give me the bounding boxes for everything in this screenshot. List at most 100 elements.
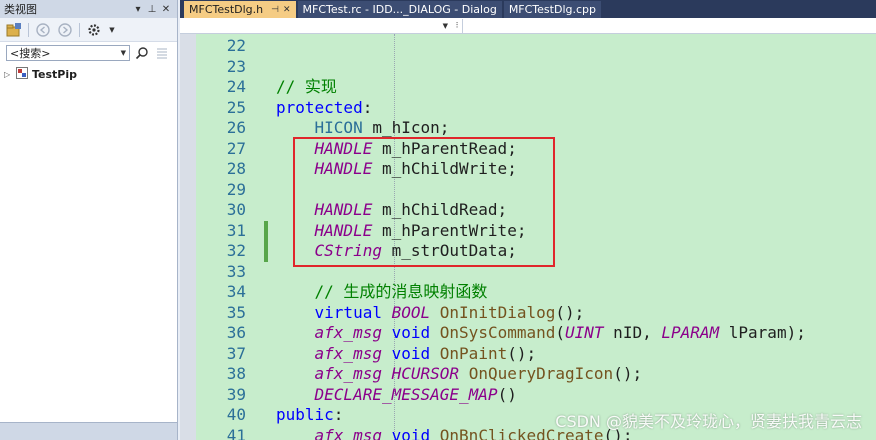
search-icon[interactable] [134, 45, 150, 61]
code-line[interactable]: DECLARE_MESSAGE_MAP() [276, 385, 517, 405]
search-settings-icon[interactable] [154, 45, 170, 61]
code-token: HCURSOR [391, 364, 460, 383]
expand-arrow-icon[interactable]: ▷ [4, 70, 12, 79]
line-number: 24 [226, 77, 246, 96]
code-token: lParam); [719, 323, 806, 342]
tab-label: MFCTestDlg.h [189, 3, 264, 16]
line-number: 25 [226, 97, 246, 117]
code-token: afx_msg [314, 364, 382, 383]
code-token: protected [276, 97, 363, 117]
line-number-gutter: 22 23 24 25 26 27 28 29 30 31 32 33 34 35 36 37 38 39 40 41 [196, 34, 274, 440]
code-token: OnPaint [439, 343, 508, 363]
tab-mfctestdlg-h[interactable]: MFCTestDlg.h ⊣ ✕ [184, 1, 296, 18]
close-tab-icon[interactable]: ✕ [283, 5, 291, 15]
red-highlight-box [293, 137, 555, 267]
code-line[interactable]: afx_msg void OnPaint(); [276, 343, 537, 364]
code-line[interactable]: // 生成的消息映射函数 [276, 282, 488, 302]
line-number: 34 [226, 282, 246, 301]
code-line[interactable]: virtual BOOL OnInitDialog(); [276, 302, 585, 323]
line-number: 29 [226, 179, 246, 199]
line-number: 38 [226, 364, 246, 383]
code-line[interactable]: HICON m_hIcon; [276, 118, 450, 138]
line-number: 30 [226, 200, 246, 219]
settings-dropdown-icon[interactable]: ▼ [108, 22, 116, 38]
chevron-down-icon[interactable]: ▼ [121, 49, 126, 57]
code-token: BOOL [391, 302, 431, 322]
tab-mfctest-rc-dialog[interactable]: MFCTest.rc - IDD..._DIALOG - Dialog [297, 1, 502, 18]
toolbar-separator [79, 22, 80, 37]
chevron-down-icon: ▼ [442, 21, 448, 30]
line-number: 23 [226, 56, 246, 76]
close-icon[interactable]: ✕ [159, 4, 173, 15]
line-number: 27 [226, 138, 246, 158]
split-handle-icon[interactable]: ⁝ [452, 21, 462, 31]
navigation-bar: ▼ ⁝ [180, 18, 876, 34]
window-position-dropdown-icon[interactable]: ▾ [131, 4, 145, 15]
new-folder-icon[interactable] [6, 22, 22, 38]
code-token: HICON [314, 118, 363, 137]
tree-item-label: TestPip [32, 67, 78, 81]
code-token: afx_msg [314, 343, 382, 363]
code-token: afx_msg [314, 323, 382, 342]
code-line[interactable]: protected: [276, 98, 372, 118]
settings-gear-icon[interactable] [86, 22, 102, 38]
changed-line-marker [264, 220, 268, 241]
code-token: // 实现 [276, 77, 337, 96]
line-number: 26 [226, 118, 246, 137]
search-input[interactable]: <搜索> ▼ [6, 45, 130, 61]
code-line[interactable]: afx_msg HCURSOR OnQueryDragIcon(); [276, 364, 643, 384]
line-number: 32 [226, 241, 246, 260]
code-token: OnSysCommand [439, 323, 556, 342]
code-token: afx_msg [314, 425, 382, 440]
class-tree: ▷ TestPip [0, 64, 177, 84]
code-line[interactable]: public: [276, 405, 343, 425]
class-view-panel: 类视图 ▾ ⊥ ✕ ▼ <搜索> ▼ ▷ TestPip [0, 0, 178, 440]
code-token: (); [507, 343, 537, 363]
code-editor: MFCTestDlg.h ⊣ ✕ MFCTest.rc - IDD..._DIA… [180, 0, 876, 440]
code-token: OnInitDialog [439, 302, 556, 322]
back-icon[interactable] [35, 22, 51, 38]
project-icon [16, 66, 28, 82]
code-token: void [391, 425, 431, 440]
forward-icon[interactable] [57, 22, 73, 38]
document-tab-bar: MFCTestDlg.h ⊣ ✕ MFCTest.rc - IDD..._DIA… [180, 0, 876, 18]
search-input-text: <搜索> [10, 47, 51, 60]
code-token: : [333, 405, 344, 424]
code-token: UINT [565, 323, 604, 342]
code-line[interactable]: afx_msg void OnSysCommand(UINT nID, LPAR… [276, 323, 806, 343]
line-number: 35 [226, 302, 246, 322]
code-token: m_hIcon; [362, 118, 450, 137]
line-number: 31 [226, 220, 246, 240]
member-dropdown[interactable] [462, 18, 876, 33]
pin-tab-icon[interactable]: ⊣ [271, 5, 279, 15]
code-token: () [497, 384, 517, 404]
tree-item-project[interactable]: ▷ TestPip [4, 66, 173, 82]
tab-label: MFCTestDlg.cpp [508, 3, 596, 16]
line-number: 40 [226, 405, 246, 424]
line-number: 33 [226, 261, 246, 281]
code-line[interactable]: // 实现 [276, 77, 337, 97]
scope-dropdown[interactable]: ▼ [180, 19, 452, 33]
tab-mfctestdlg-cpp[interactable]: MFCTestDlg.cpp [503, 1, 601, 18]
code-token: DECLARE_MESSAGE_MAP [314, 384, 498, 404]
code-token: (); [555, 302, 585, 322]
code-area[interactable]: 22 23 24 25 26 27 28 29 30 31 32 33 34 35 36 37 38 39 40 41… [180, 34, 876, 440]
code-token: LPARAM [661, 323, 720, 342]
pin-icon[interactable]: ⊥ [145, 4, 159, 15]
class-view-search-row: <搜索> ▼ [0, 42, 177, 64]
change-tracking-bar [264, 34, 268, 440]
